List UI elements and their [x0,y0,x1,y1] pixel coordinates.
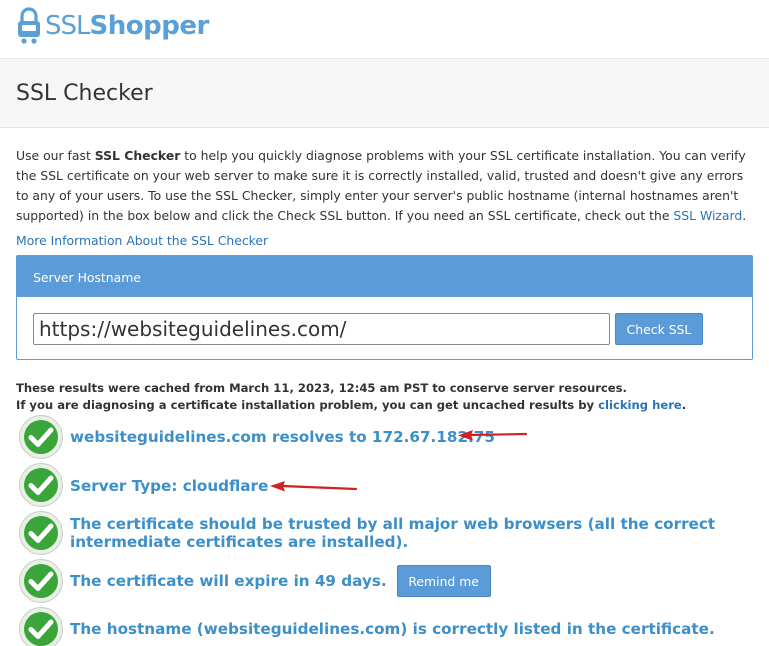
result-text: Server Type: cloudflare [70,477,269,495]
hostname-input[interactable] [33,313,610,345]
green-check-icon [19,463,63,507]
intro-text-end: . [742,208,747,223]
panel-title: Server Hostname [17,256,752,297]
green-check-icon [19,511,63,555]
result-item: The hostname (websiteguidelines.com) is … [18,606,760,646]
green-check-icon [19,415,63,459]
hostname-panel: Server Hostname Check SSL [16,255,753,360]
lock-cart-icon [18,7,40,44]
site-header: SSL Shopper [0,0,769,58]
uncached-results-link[interactable]: clicking here [598,398,682,412]
cache-note-line2-end: . [681,398,687,412]
check-ssl-button[interactable]: Check SSL [615,313,703,345]
site-logo[interactable]: SSL Shopper [16,4,209,48]
intro-bold-text: SSL Checker [94,148,181,163]
page-title: SSL Checker [16,81,153,106]
cache-note-line2: If you are diagnosing a certificate inst… [16,397,686,414]
cache-note-line2-text: If you are diagnosing a certificate inst… [16,398,599,412]
ssl-wizard-link[interactable]: SSL Wizard [673,208,742,223]
green-check-icon [19,607,63,646]
result-item: The certificate will expire in 49 days. … [18,558,491,604]
red-arrow-icon [270,481,358,492]
result-text: The hostname (websiteguidelines.com) is … [70,620,715,638]
result-item: websiteguidelines.com resolves to 172.67… [18,414,760,460]
cache-note-line1: These results were cached from March 11,… [16,381,627,395]
intro-text-start: Use our fast [16,148,95,163]
cache-note: These results were cached from March 11,… [16,380,686,414]
result-text: The certificate should be trusted by all… [70,515,716,551]
logo-shopper-text: Shopper [89,11,210,41]
remind-me-button[interactable]: Remind me [396,565,491,597]
more-info-link[interactable]: More Information About the SSL Checker [16,231,268,251]
page-title-bar: SSL Checker [0,58,769,128]
result-item: Server Type: cloudflare [18,462,760,508]
result-text: websiteguidelines.com resolves to 172.67… [70,428,495,446]
green-check-icon [19,559,63,603]
intro-paragraph: Use our fast SSL Checker to help you qui… [16,146,751,226]
result-text: The certificate will expire in 49 days. [70,572,387,590]
result-item: The certificate should be trusted by all… [18,510,760,556]
logo-ssl-text: SSL [45,11,90,41]
red-arrow-icon [458,430,528,441]
